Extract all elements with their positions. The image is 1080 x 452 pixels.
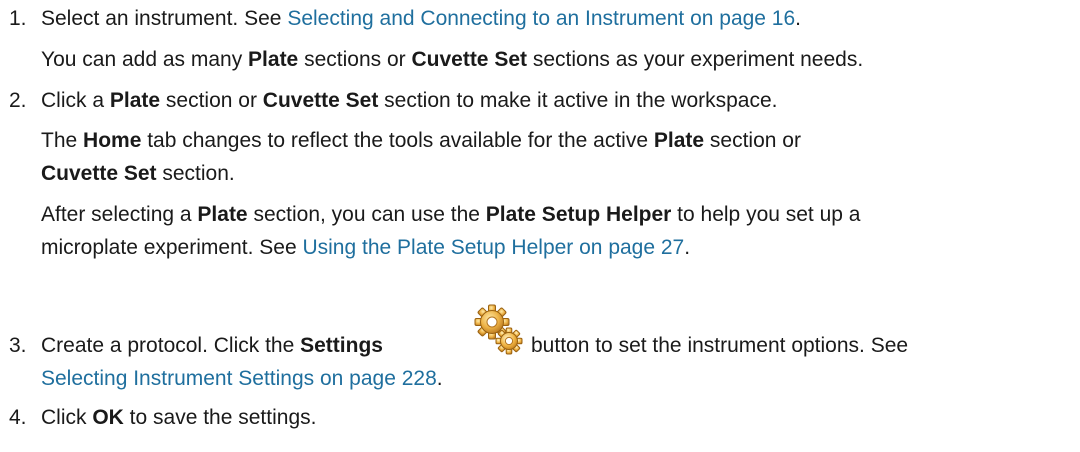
step-number: 3.	[9, 334, 27, 357]
text-run: to save the settings.	[123, 406, 317, 429]
xref-link-plate-setup-helper[interactable]: Using the Plate Setup Helper on page 27	[302, 236, 684, 259]
text-run: section or	[704, 129, 801, 152]
bold-term: Cuvette Set	[41, 162, 157, 185]
xref-link-instrument-settings[interactable]: Selecting Instrument Settings on page 22…	[41, 367, 437, 390]
step-text: Create a protocol. Click the Settings	[41, 334, 383, 358]
text-run: .	[684, 236, 691, 259]
text-run: After selecting a	[41, 203, 198, 226]
settings-gear-icon	[472, 304, 524, 356]
text-run: sections as your experiment needs.	[527, 48, 864, 71]
step-note: After selecting a Plate section, you can…	[41, 203, 860, 227]
bold-term: Home	[83, 129, 142, 152]
bold-term: Plate	[248, 48, 299, 71]
step-note: You can add as many Plate sections or Cu…	[41, 48, 863, 72]
text-run: section.	[156, 162, 235, 185]
text-run: Select an instrument. See	[41, 7, 288, 30]
step-number: 4.	[9, 406, 27, 429]
step-note: Selecting Instrument Settings on page 22…	[41, 367, 443, 391]
step-text: button to set the instrument options. Se…	[531, 334, 909, 357]
text-run: sections or	[298, 48, 412, 71]
bold-term: Plate Setup Helper	[485, 203, 672, 226]
text-run: Create a protocol. Click the	[41, 334, 301, 357]
step-note: The Home tab changes to reflect the tool…	[41, 129, 801, 153]
step-text: Click a Plate section or Cuvette Set sec…	[41, 89, 778, 113]
bold-term: Plate	[109, 89, 161, 112]
text-run: Click	[41, 406, 93, 429]
bold-term: OK	[92, 406, 124, 429]
xref-link-selecting-connecting[interactable]: Selecting and Connecting to an Instrumen…	[287, 7, 795, 30]
text-run: section, you can use the	[247, 203, 486, 226]
step-note: Cuvette Set section.	[41, 162, 235, 186]
step-text: Select an instrument. See Selecting and …	[41, 7, 801, 31]
document-page: 1. Select an instrument. See Selecting a…	[0, 0, 1080, 452]
text-run: .	[436, 367, 443, 390]
text-run: You can add as many	[41, 48, 249, 71]
bold-term: Cuvette Set	[262, 89, 379, 112]
step-number: 2.	[9, 89, 27, 112]
text-run: section to make it active in the workspa…	[378, 89, 778, 112]
bold-term: Plate	[653, 129, 705, 152]
text-run: .	[795, 7, 802, 30]
bold-term: Settings	[300, 334, 383, 357]
text-run: The	[41, 129, 84, 152]
text-run: Click a	[41, 89, 110, 112]
bold-term: Cuvette Set	[411, 48, 527, 71]
step-note: microplate experiment. See Using the Pla…	[41, 236, 690, 260]
text-run: to help you set up a	[671, 203, 861, 226]
bold-term: Plate	[197, 203, 248, 226]
step-number: 1.	[9, 7, 27, 30]
text-run: microplate experiment. See	[41, 236, 303, 259]
text-run: tab changes to reflect the tools availab…	[141, 129, 654, 152]
text-run: section or	[160, 89, 263, 112]
step-text: Click OK to save the settings.	[41, 406, 316, 430]
